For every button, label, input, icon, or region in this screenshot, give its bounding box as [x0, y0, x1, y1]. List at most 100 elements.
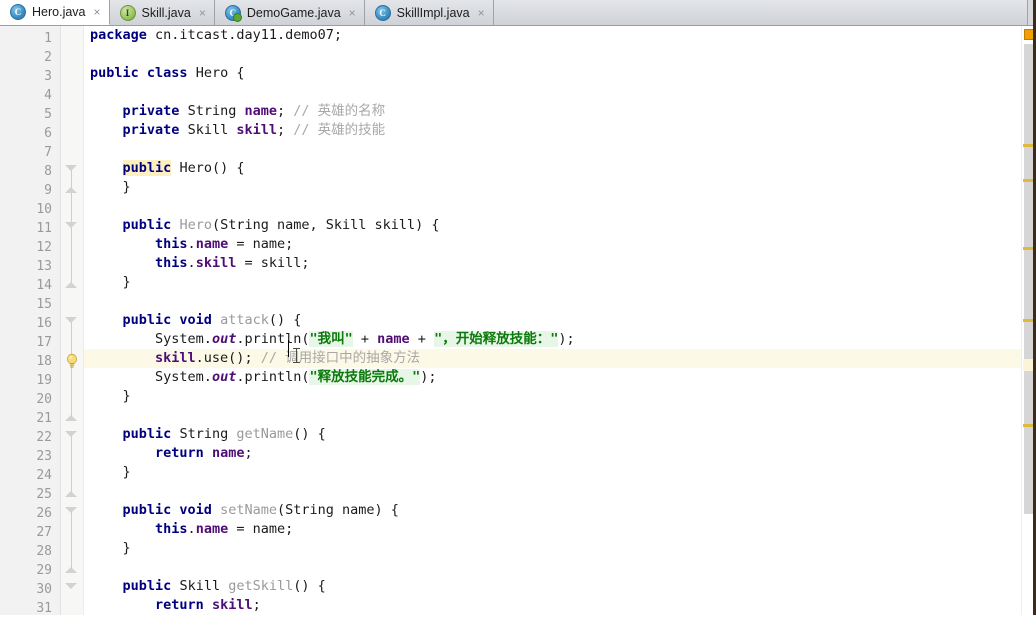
- code-line-1: package cn.itcast.day11.demo07;: [90, 27, 342, 43]
- inspection-status-badge[interactable]: [1024, 29, 1035, 40]
- code-line-22: public String getName() {: [122, 426, 326, 442]
- line-number: 12: [36, 240, 52, 255]
- fold-expand-icon[interactable]: [65, 187, 77, 193]
- line-number-gutter[interactable]: 1 2 3 4 5 6 7 8 9 10 11 12 13 14 15 16 1…: [0, 26, 61, 616]
- line-number: 4: [44, 88, 52, 103]
- text-mouse-cursor: [293, 348, 300, 363]
- close-icon[interactable]: ×: [199, 7, 206, 19]
- line-number: 18: [36, 354, 52, 369]
- warning-marker[interactable]: [1023, 319, 1035, 322]
- string-literal: ，开始释放技能：: [442, 331, 551, 347]
- close-icon[interactable]: ×: [349, 7, 356, 19]
- source-code: package cn.itcast.day11.demo07; public c…: [84, 26, 1021, 615]
- caret-position-marker[interactable]: [1023, 359, 1035, 371]
- tab-bar-filler: [493, 0, 1028, 25]
- line-number: 27: [36, 525, 52, 540]
- fold-collapse-icon[interactable]: [65, 507, 77, 513]
- editor-marker-bar[interactable]: [1021, 26, 1036, 615]
- editor-tab-bar: C Hero.java × I Skill.java × C DemoGame.…: [0, 0, 1036, 26]
- code-folding-gutter[interactable]: [61, 26, 84, 615]
- code-line-16: public void attack() {: [122, 312, 302, 328]
- fold-expand-icon[interactable]: [65, 567, 77, 573]
- text-caret: [288, 340, 289, 357]
- close-icon[interactable]: ×: [478, 7, 485, 19]
- code-line-31: return skill;: [155, 597, 261, 613]
- line-number: 9: [44, 183, 52, 198]
- fold-collapse-icon[interactable]: [65, 583, 77, 589]
- line-number: 8: [44, 164, 52, 179]
- warning-marker[interactable]: [1023, 179, 1035, 182]
- string-literal: 释放技能完成。: [317, 369, 413, 385]
- fold-expand-icon[interactable]: [65, 491, 77, 497]
- tab-label: SkillImpl.java: [396, 5, 470, 20]
- line-number: 7: [44, 145, 52, 160]
- scrollbar-thumb[interactable]: [1024, 44, 1034, 514]
- fold-region-line: [71, 511, 72, 571]
- fold-region-line: [71, 321, 72, 421]
- code-line-24: }: [122, 464, 131, 480]
- tab-skillimpl-java[interactable]: C SkillImpl.java ×: [364, 0, 494, 25]
- line-number: 31: [36, 601, 52, 616]
- line-number: 5: [44, 107, 52, 122]
- java-class-icon: C: [10, 4, 26, 20]
- line-number: 6: [44, 126, 52, 141]
- line-number: 21: [36, 411, 52, 426]
- code-line-20: }: [122, 388, 131, 404]
- warning-marker[interactable]: [1023, 424, 1035, 427]
- code-line-14: }: [122, 274, 131, 290]
- code-line-23: return name;: [155, 445, 253, 461]
- warning-marker[interactable]: [1023, 247, 1035, 250]
- code-line-3: public class Hero {: [90, 65, 245, 81]
- line-number: 13: [36, 259, 52, 274]
- line-number: 10: [36, 202, 52, 217]
- code-line-17: System.out.println("我叫" + name + "，开始释放技…: [155, 331, 575, 347]
- fold-collapse-icon[interactable]: [65, 165, 77, 171]
- line-number: 22: [36, 430, 52, 445]
- line-number: 19: [36, 373, 52, 388]
- code-comment: 调用接口中的抽象方法: [285, 350, 421, 366]
- fold-expand-icon[interactable]: [65, 282, 77, 288]
- code-line-6: private Skill skill; // 英雄的技能: [122, 122, 386, 138]
- line-number: 17: [36, 335, 52, 350]
- line-number: 3: [44, 69, 52, 84]
- code-editor[interactable]: 1 2 3 4 5 6 7 8 9 10 11 12 13 14 15 16 1…: [0, 26, 1036, 616]
- fold-expand-icon[interactable]: [65, 415, 77, 421]
- line-number: 11: [36, 221, 52, 236]
- fold-collapse-icon[interactable]: [65, 317, 77, 323]
- code-text-area[interactable]: package cn.itcast.day11.demo07; public c…: [84, 26, 1021, 615]
- tab-label: DemoGame.java: [246, 5, 341, 20]
- line-number: 25: [36, 487, 52, 502]
- line-number: 26: [36, 506, 52, 521]
- fold-region-line: [71, 435, 72, 495]
- line-number: 29: [36, 563, 52, 578]
- code-line-9: }: [122, 179, 131, 195]
- warning-marker[interactable]: [1023, 144, 1035, 147]
- line-number: 16: [36, 316, 52, 331]
- code-line-12: this.name = name;: [155, 236, 294, 252]
- code-line-28: }: [122, 540, 131, 556]
- code-line-8: public Hero() {: [122, 160, 245, 176]
- fold-collapse-icon[interactable]: [65, 431, 77, 437]
- code-line-26: public void setName(String name) {: [122, 502, 399, 518]
- code-comment: 英雄的技能: [317, 122, 386, 138]
- java-interface-icon: I: [119, 4, 136, 21]
- java-class-icon: C: [374, 4, 391, 21]
- code-line-11: public Hero(String name, Skill skill) {: [122, 217, 440, 233]
- code-line-30: public Skill getSkill() {: [122, 578, 326, 594]
- tab-hero-java[interactable]: C Hero.java ×: [0, 0, 110, 25]
- close-icon[interactable]: ×: [94, 6, 101, 18]
- intention-bulb-icon[interactable]: [65, 353, 79, 369]
- code-line-5: private String name; // 英雄的名称: [122, 103, 386, 119]
- tab-demogame-java[interactable]: C DemoGame.java ×: [214, 0, 365, 25]
- string-literal: 我叫: [317, 331, 345, 347]
- line-number: 28: [36, 544, 52, 559]
- tab-skill-java[interactable]: I Skill.java ×: [109, 0, 215, 25]
- tab-bar-end: [1028, 0, 1036, 25]
- highlighted-keyword: public: [122, 160, 172, 176]
- fold-collapse-icon[interactable]: [65, 222, 77, 228]
